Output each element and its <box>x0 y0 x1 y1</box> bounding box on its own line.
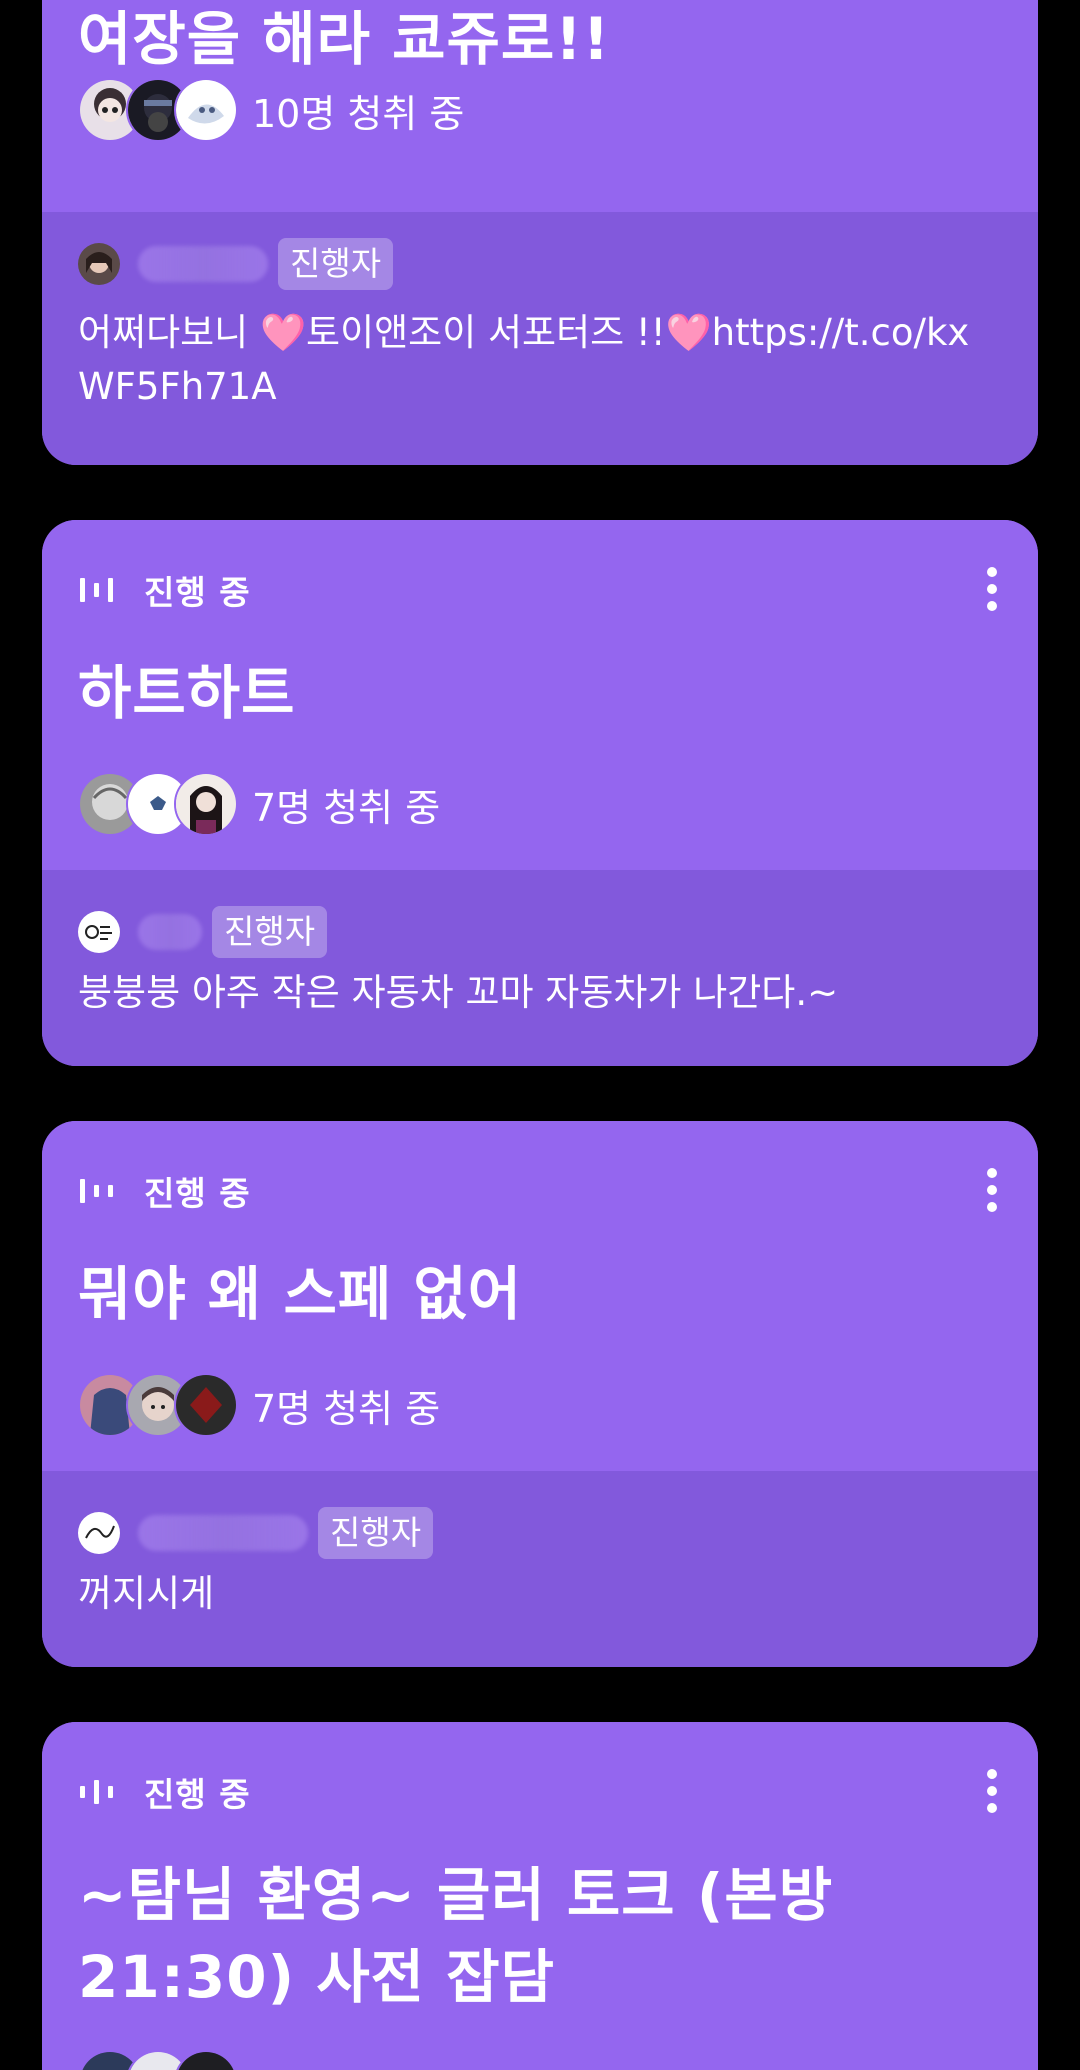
listener-row: 7명 청취 중 <box>78 1373 440 1437</box>
listener-avatars <box>78 2050 238 2070</box>
live-audio-bars-icon <box>80 1179 113 1203</box>
space-title: ~탐님 환영~ 글러 토크 (본방 21:30) 사전 잡담 <box>78 1861 834 2011</box>
listener-row <box>78 2050 238 2070</box>
listener-row: 10명 청취 중 <box>78 78 464 142</box>
space-card-header: 여장을 해라 쿄쥬로!! 10명 청취 중 <box>42 0 1038 212</box>
live-audio-bars-icon <box>80 578 113 602</box>
host-name <box>138 1515 308 1551</box>
space-card-footer: 진행자 어쩌다보니 🩷토이앤조이 서포터즈 !!🩷https://t.co/kx… <box>42 212 1038 465</box>
host-avatar <box>78 243 120 285</box>
host-name <box>138 246 268 282</box>
avatar <box>174 78 238 142</box>
space-card[interactable]: 진행 중 뭐야 왜 스페 없어 7명 청취 중 진행자 꺼지시게 <box>42 1121 1038 1667</box>
host-name <box>138 914 202 950</box>
more-vertical-icon[interactable] <box>982 1766 1002 1816</box>
space-card-header: 진행 중 하트하트 7명 청취 중 <box>42 520 1038 870</box>
space-card[interactable]: 진행 중 하트하트 7명 청취 중 진행자 붕붕붕 아주 작은 자동차 꼬마 자… <box>42 520 1038 1066</box>
listener-avatars <box>78 772 238 836</box>
host-badge: 진행자 <box>318 1507 434 1559</box>
host-avatar <box>78 911 120 953</box>
more-vertical-icon[interactable] <box>982 564 1002 614</box>
listener-row: 7명 청취 중 <box>78 772 440 836</box>
live-status: 진행 중 <box>78 570 251 612</box>
space-card[interactable]: 진행 중 ~탐님 환영~ 글러 토크 (본방 21:30) 사전 잡담 <box>42 1722 1038 2070</box>
live-status: 진행 중 <box>78 1171 251 1213</box>
space-card-header: 진행 중 뭐야 왜 스페 없어 7명 청취 중 <box>42 1121 1038 1471</box>
spaces-feed: 여장을 해라 쿄쥬로!! 10명 청취 중 진행자 어쩌다보니 🩷토이앤조이 서… <box>0 0 1080 2070</box>
live-status-label: 진행 중 <box>144 1775 251 1814</box>
host-row: 진행자 <box>78 1507 434 1559</box>
space-description: 어쩌다보니 🩷토이앤조이 서포터즈 !!🩷https://t.co/kxWF5F… <box>78 311 970 408</box>
more-vertical-icon[interactable] <box>982 1165 1002 1215</box>
space-card-header: 진행 중 ~탐님 환영~ 글러 토크 (본방 21:30) 사전 잡담 <box>42 1722 1038 2070</box>
space-description: 붕붕붕 아주 작은 자동차 꼬마 자동차가 나간다.~ <box>78 971 839 1014</box>
avatar <box>174 2050 238 2070</box>
host-avatar <box>78 1512 120 1554</box>
listener-count: 10명 청취 중 <box>252 91 465 136</box>
live-status: 진행 중 <box>78 1772 251 1814</box>
host-badge: 진행자 <box>212 906 328 958</box>
listener-count: 7명 청취 중 <box>252 785 441 830</box>
space-title: 뭐야 왜 스페 없어 <box>78 1260 523 1328</box>
live-audio-bars-icon <box>80 1780 113 1804</box>
live-status-label: 진행 중 <box>144 573 251 612</box>
avatar <box>174 772 238 836</box>
space-title: 하트하트 <box>78 659 296 727</box>
avatar <box>174 1373 238 1437</box>
host-badge: 진행자 <box>278 238 394 290</box>
listener-avatars <box>78 1373 238 1437</box>
listener-count: 7명 청취 중 <box>252 1386 441 1431</box>
host-row: 진행자 <box>78 906 328 958</box>
space-card-footer: 진행자 붕붕붕 아주 작은 자동차 꼬마 자동차가 나간다.~ <box>42 870 1038 1066</box>
host-row: 진행자 <box>78 238 394 290</box>
space-description: 꺼지시게 <box>78 1572 215 1615</box>
space-title: 여장을 해라 쿄쥬로!! <box>78 5 611 73</box>
live-status-label: 진행 중 <box>144 1174 251 1213</box>
listener-avatars <box>78 78 238 142</box>
space-card-footer: 진행자 꺼지시게 <box>42 1471 1038 1667</box>
space-card[interactable]: 여장을 해라 쿄쥬로!! 10명 청취 중 진행자 어쩌다보니 🩷토이앤조이 서… <box>42 0 1038 465</box>
